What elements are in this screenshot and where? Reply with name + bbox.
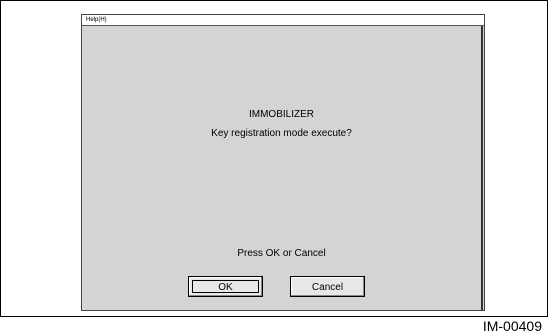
application-window: Help(H) IMMOBILIZER Key registration mod… [81, 14, 485, 311]
dialog-title: IMMOBILIZER [248, 109, 314, 120]
ok-button[interactable]: OK [188, 276, 263, 297]
dialog-instruction: Press OK or Cancel [237, 248, 326, 259]
cancel-button[interactable]: Cancel [290, 276, 365, 297]
cancel-button-label: Cancel [311, 282, 344, 293]
ok-button-focus-ring [192, 280, 259, 293]
menu-bar: Help(H) [82, 15, 484, 26]
dialog-content: IMMOBILIZER Key registration mode execut… [82, 26, 483, 310]
help-menu[interactable]: Help(H) [86, 15, 107, 25]
dialog-question: Key registration mode execute? [211, 128, 352, 139]
figure-id-label: IM-00409 [482, 318, 542, 334]
figure-frame: Help(H) IMMOBILIZER Key registration mod… [0, 0, 548, 317]
